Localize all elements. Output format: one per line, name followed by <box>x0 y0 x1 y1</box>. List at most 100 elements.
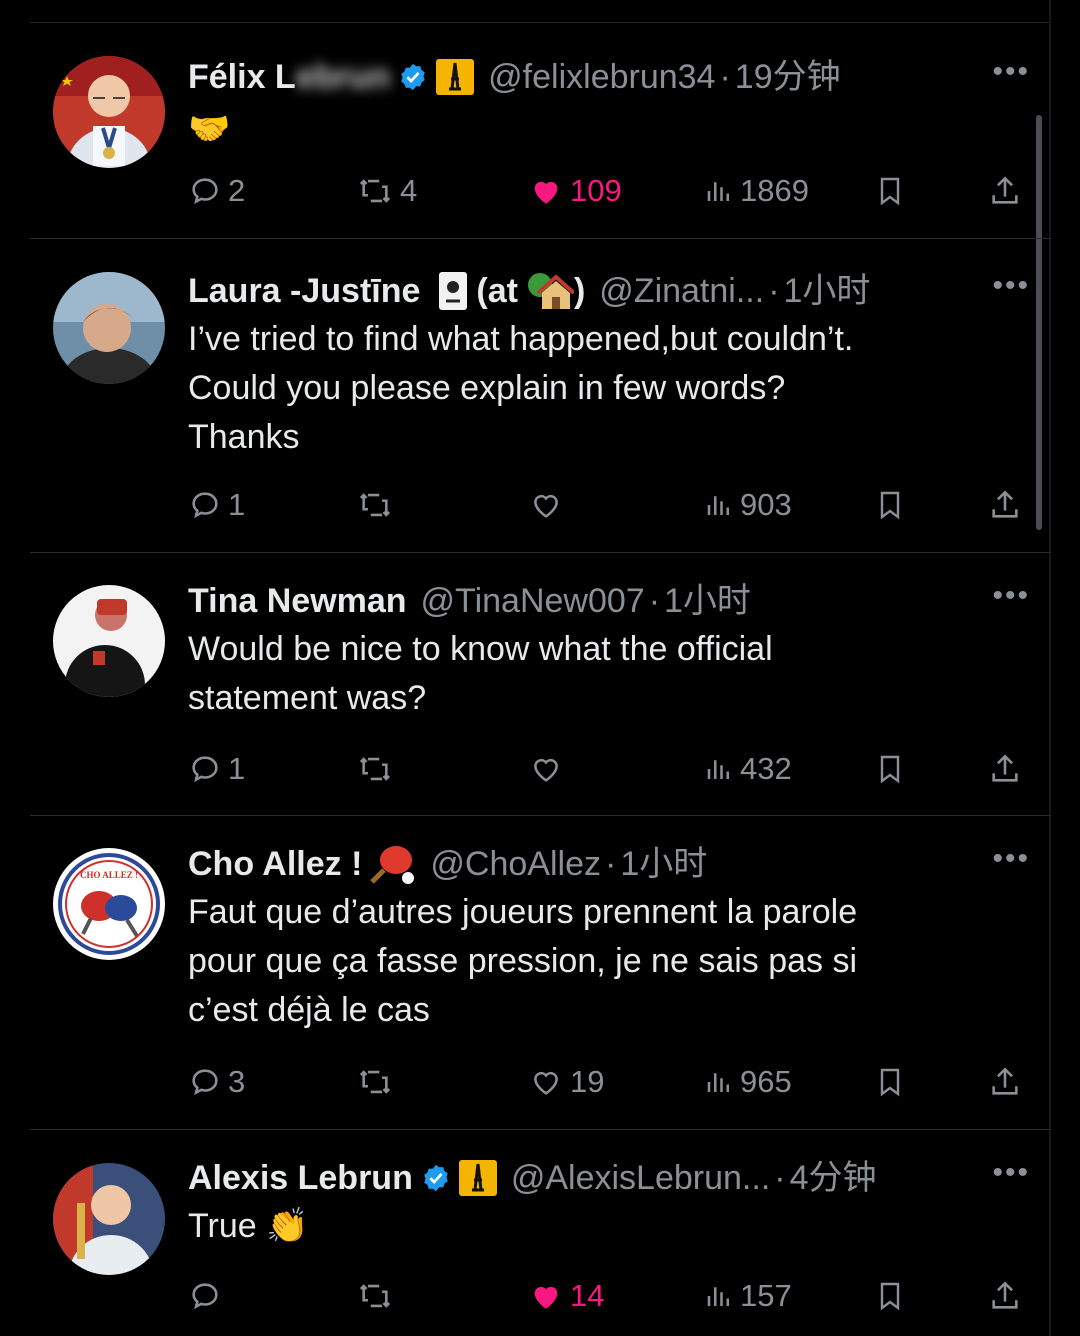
reply-count: 2 <box>228 173 246 208</box>
heart-icon <box>534 181 558 204</box>
views-button[interactable]: 903 <box>704 485 792 525</box>
verified-badge-icon <box>421 1163 451 1193</box>
reply-icon <box>192 492 218 519</box>
more-options-icon[interactable]: ••• <box>992 269 1030 303</box>
timestamp[interactable]: 1小时 <box>784 269 871 313</box>
share-button[interactable] <box>988 749 1022 789</box>
action-bar: 3 19 965 <box>188 1062 1028 1102</box>
display-name[interactable]: Félix Lebrun <box>188 55 390 99</box>
tweet-cho-allez[interactable]: CHO ALLEZ ! Cho Allez ! @ChoAllez · 1小时 … <box>30 816 1050 1130</box>
user-handle[interactable]: @felixlebrun34 <box>488 55 715 99</box>
repost-icon <box>359 493 391 517</box>
views-icon <box>707 496 729 515</box>
text-line: True <box>188 1207 257 1245</box>
repost-button[interactable] <box>356 485 394 525</box>
views-count: 965 <box>740 1064 792 1099</box>
more-options-icon[interactable]: ••• <box>992 55 1030 89</box>
views-button[interactable]: 157 <box>704 1276 792 1316</box>
user-handle[interactable]: @TinaNew007 <box>421 579 645 623</box>
tweet-laura[interactable]: Laura -Justīne (at ) @Zinatni... · 1小时 •… <box>30 239 1050 553</box>
timestamp[interactable]: 19分钟 <box>735 55 841 99</box>
avatar[interactable]: CHO ALLEZ ! <box>53 848 165 960</box>
share-button[interactable] <box>988 1062 1022 1102</box>
avatar[interactable] <box>53 56 165 168</box>
like-button[interactable]: 109 <box>528 171 622 211</box>
like-button[interactable]: 19 <box>528 1062 604 1102</box>
bookmark-button[interactable] <box>874 1062 906 1102</box>
reply-button[interactable]: 1 <box>188 485 245 525</box>
user-handle[interactable]: @ChoAllez <box>430 842 601 886</box>
repost-icon <box>359 1070 391 1094</box>
tweet-alexis[interactable]: Alexis Lebrun @AlexisLebrun... · 4分钟 •••… <box>30 1130 1050 1336</box>
clapping-emoji: 👏 <box>266 1207 309 1245</box>
views-count: 1869 <box>740 173 809 208</box>
tweet-header: Alexis Lebrun @AlexisLebrun... · 4分钟 <box>188 1156 1030 1200</box>
share-icon <box>992 490 1018 518</box>
like-button[interactable]: 14 <box>528 1276 604 1316</box>
separator: · <box>648 582 661 620</box>
separator: · <box>719 58 731 96</box>
more-options-icon[interactable]: ••• <box>992 579 1030 613</box>
views-count: 903 <box>740 487 792 522</box>
avatar[interactable] <box>53 272 165 384</box>
display-name[interactable]: Cho Allez ! <box>188 842 362 886</box>
timestamp[interactable]: 4分钟 <box>790 1156 877 1200</box>
ping-pong-emoji-icon <box>368 842 416 886</box>
text-line: I’ve tried to find what happened,but cou… <box>188 320 854 358</box>
bookmark-button[interactable] <box>874 171 906 211</box>
repost-button[interactable] <box>356 1276 394 1316</box>
location-suffix: ) <box>573 272 586 310</box>
share-icon <box>992 1067 1018 1095</box>
repost-count: 4 <box>400 173 418 208</box>
share-icon <box>992 754 1018 782</box>
share-button[interactable] <box>988 485 1022 525</box>
repost-button[interactable]: 4 <box>356 171 417 211</box>
views-button[interactable]: 1869 <box>704 171 809 211</box>
text-line: Would be nice to know what the official <box>188 630 773 668</box>
user-handle[interactable]: @AlexisLebrun... <box>511 1156 770 1200</box>
tweet-tina[interactable]: Tina Newman @TinaNew007 · 1小时 ••• Would … <box>30 553 1050 816</box>
share-button[interactable] <box>988 171 1022 211</box>
display-name[interactable]: Alexis Lebrun <box>188 1156 413 1200</box>
reply-icon <box>192 178 218 205</box>
bookmark-icon <box>880 1282 900 1311</box>
views-icon <box>707 182 729 201</box>
card-emoji-icon <box>438 271 468 311</box>
display-name[interactable]: Laura -Justīne <box>188 269 420 313</box>
more-options-icon[interactable]: ••• <box>992 842 1030 876</box>
avatar[interactable] <box>53 585 165 697</box>
tweet-text: I’ve tried to find what happened,but cou… <box>188 315 1030 462</box>
more-options-icon[interactable]: ••• <box>992 1156 1030 1190</box>
views-count: 432 <box>740 751 792 786</box>
views-button[interactable]: 432 <box>704 749 792 789</box>
bookmark-button[interactable] <box>874 485 906 525</box>
tweet-text: Faut que d’autres joueurs prennent la pa… <box>188 888 1030 1035</box>
share-button[interactable] <box>988 1276 1022 1316</box>
repost-button[interactable] <box>356 749 394 789</box>
avatar[interactable] <box>53 1163 165 1275</box>
timestamp[interactable]: 1小时 <box>664 579 751 623</box>
display-name[interactable]: Tina Newman <box>188 579 407 623</box>
tweet-felix[interactable]: Félix Lebrun @felixlebrun34 · 19分钟 ••• 🤝… <box>30 23 1050 239</box>
reply-button[interactable]: 2 <box>188 171 245 211</box>
bookmark-button[interactable] <box>874 749 906 789</box>
reply-button[interactable]: 1 <box>188 749 245 789</box>
bookmark-button[interactable] <box>874 1276 906 1316</box>
user-handle[interactable]: @Zinatni... <box>599 269 764 313</box>
text-line: statement was? <box>188 679 427 717</box>
eiffel-tower-badge-icon <box>436 59 475 95</box>
like-count: 14 <box>570 1278 605 1313</box>
avatar-logo-text: CHO ALLEZ ! <box>80 870 138 880</box>
repost-button[interactable] <box>356 1062 394 1102</box>
timestamp[interactable]: 1小时 <box>620 842 707 886</box>
heart-icon <box>534 1071 558 1095</box>
views-count: 157 <box>740 1278 792 1313</box>
reply-button[interactable]: 3 <box>188 1062 245 1102</box>
views-button[interactable]: 965 <box>704 1062 792 1102</box>
reply-button[interactable] <box>188 1276 222 1316</box>
views-icon <box>707 1073 729 1092</box>
reply-icon <box>192 1069 218 1096</box>
like-button[interactable] <box>528 749 564 789</box>
reply-count: 1 <box>228 751 246 786</box>
like-button[interactable] <box>528 485 564 525</box>
